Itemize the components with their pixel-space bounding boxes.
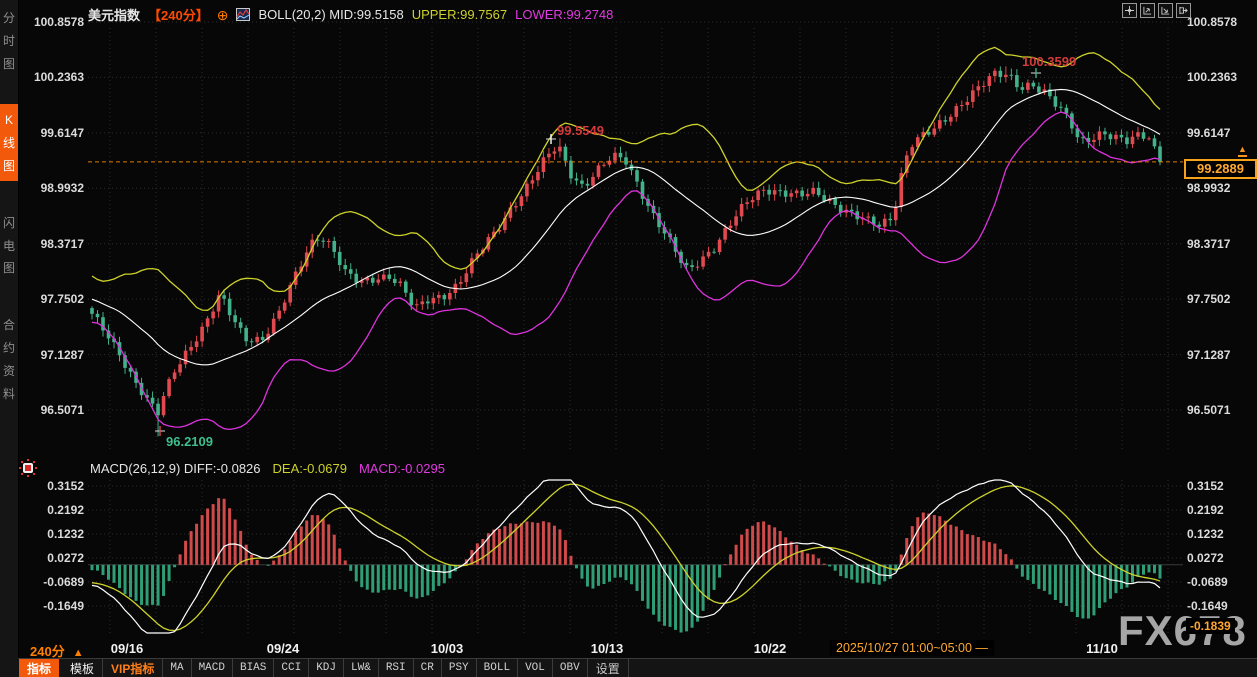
- macd-bar-value: MACD:-0.0295: [358, 461, 445, 476]
- axis-label: 0.1232: [47, 526, 84, 541]
- date-label: 09/16: [110, 641, 144, 656]
- toolbar-item-rsi[interactable]: RSI: [377, 659, 413, 677]
- toolbar-item-cci[interactable]: CCI: [273, 659, 308, 677]
- toolbar-item-obv[interactable]: OBV: [551, 659, 587, 677]
- date-label: 09/24: [266, 641, 300, 656]
- axis-label: 99.6147: [1187, 125, 1231, 140]
- macd-legend: MACD(26,12,9) DIFF:-0.0826 DEA:-0.0679 M…: [90, 461, 445, 476]
- timeframe-label: 【240分】: [148, 8, 209, 23]
- add-indicator-icon[interactable]: ⊕: [217, 8, 229, 22]
- axis-label: 0.2192: [1187, 502, 1224, 517]
- svg-text:96.2109: 96.2109: [166, 434, 213, 449]
- session-info: 2025/10/27 01:00~05:00 —: [830, 640, 994, 656]
- toolbar-item-vip[interactable]: VIP指标: [102, 659, 162, 677]
- svg-text:100.3599: 100.3599: [1022, 54, 1076, 69]
- macd-dea-value: DEA:-0.0679: [272, 461, 347, 476]
- axis-label: 100.8578: [1187, 15, 1238, 29]
- axis-label: 0.0272: [1187, 550, 1224, 565]
- axis-label: 0.2192: [47, 502, 84, 517]
- axis-label: 98.9932: [40, 181, 84, 196]
- indicator-toolbar: 指标 模板 VIP指标 MA MACD BIAS CCI KDJ LW& RSI CR PSY BOLL…: [18, 658, 1257, 677]
- toolbar-item-lwr[interactable]: LW&: [343, 659, 378, 677]
- toolbar-item-boll[interactable]: BOLL: [475, 659, 517, 677]
- axis-label: 96.5071: [1187, 403, 1231, 417]
- axis-label: 0.3152: [47, 479, 84, 493]
- toolbar-item-ma[interactable]: MA: [162, 659, 190, 677]
- axis-label: 0.0272: [47, 550, 84, 565]
- toolbar-item-vol[interactable]: VOL: [517, 659, 552, 677]
- axis-label: 0.3152: [1187, 479, 1224, 493]
- price-arrow-icon: ▲: [1238, 145, 1247, 157]
- toolbar-item-bias[interactable]: BIAS: [231, 659, 273, 677]
- axis-label: 100.2363: [33, 70, 84, 85]
- time-axis: 240分 ▲ 2025/10/27 01:00~05:00 — 09/16 09/2…: [18, 638, 1257, 659]
- sidebar-tab-shandiantu[interactable]: 闪 电 图: [0, 207, 18, 283]
- sidebar: 分 时 图 K 线 图闪 电 图合 约 资 料: [0, 0, 19, 677]
- toolbar-item-kdj[interactable]: KDJ: [308, 659, 343, 677]
- macd-diff-value: MACD(26,12,9) DIFF:-0.0826: [90, 461, 261, 476]
- axis-label: 0.1232: [1187, 526, 1224, 541]
- current-price-box: 99.2889: [1184, 159, 1257, 179]
- chart-legend: 美元指数 【240分】 ⊕ BOLL(20,2) MID:99.5158 UPP…: [88, 5, 613, 24]
- axis-label: -0.1649: [43, 599, 84, 613]
- toolbar-item-zhibiao[interactable]: 指标: [19, 659, 60, 677]
- axis-label: 100.8578: [33, 15, 84, 29]
- chart-canvas[interactable]: 100.3599 99.5549 96.2109: [0, 0, 1257, 677]
- axis-label: 98.9932: [1187, 181, 1231, 196]
- trading-app-window: 100.3599 99.5549 96.2109 分 时 图 K 线 图闪 电 图合 …: [0, 0, 1257, 677]
- sidebar-tab-heyueziliao[interactable]: 合 约 资 料: [0, 309, 18, 408]
- boll-mid-value: BOLL(20,2) MID:99.5158: [258, 7, 404, 22]
- axis-label: 97.7502: [1187, 292, 1231, 307]
- crosshair-icon[interactable]: [1122, 3, 1137, 18]
- live-indicator-icon: [20, 460, 36, 476]
- axis-label: 97.1287: [40, 347, 84, 362]
- boll-upper-value: UPPER:99.7567: [411, 7, 508, 22]
- axis-label: 98.3717: [1187, 236, 1231, 251]
- toolbar-item-moban[interactable]: 模板: [62, 659, 102, 677]
- date-label: 10/03: [430, 641, 464, 656]
- axis-label: 99.6147: [40, 125, 84, 140]
- sidebar-tab-fenshitu[interactable]: 分 时 图: [0, 2, 18, 78]
- macd-current-value: -0.1839: [1186, 618, 1235, 634]
- boll-lower-value: LOWER:99.2748: [515, 7, 614, 22]
- axis-label: 98.3717: [40, 236, 84, 251]
- toolbar-item-shezhi[interactable]: 设置: [586, 659, 629, 677]
- axis-label: -0.0689: [43, 575, 84, 589]
- scale-right-icon[interactable]: [1158, 3, 1173, 18]
- axis-label: -0.0689: [1187, 575, 1228, 589]
- axis-label: 97.1287: [1187, 347, 1231, 362]
- axis-label: 96.5071: [40, 403, 84, 417]
- toolbar-item-cr[interactable]: CR: [412, 659, 441, 677]
- chart-type-icon[interactable]: [236, 8, 251, 21]
- toolbar-item-macd[interactable]: MACD: [190, 659, 232, 677]
- scale-up-icon[interactable]: [1140, 3, 1155, 18]
- axis-label: 100.2363: [1187, 70, 1238, 85]
- date-label: 10/22: [753, 641, 787, 656]
- toolbar-item-psy[interactable]: PSY: [440, 659, 476, 677]
- svg-text:99.5549: 99.5549: [557, 123, 604, 138]
- axis-label: 97.7502: [40, 292, 84, 307]
- sidebar-tab-kxiantu[interactable]: K 线 图: [0, 104, 18, 181]
- shift-right-icon[interactable]: [1176, 3, 1191, 18]
- symbol-name: 美元指数: [88, 8, 141, 23]
- date-label: 10/13: [590, 641, 624, 656]
- chart-tools: [1122, 3, 1191, 18]
